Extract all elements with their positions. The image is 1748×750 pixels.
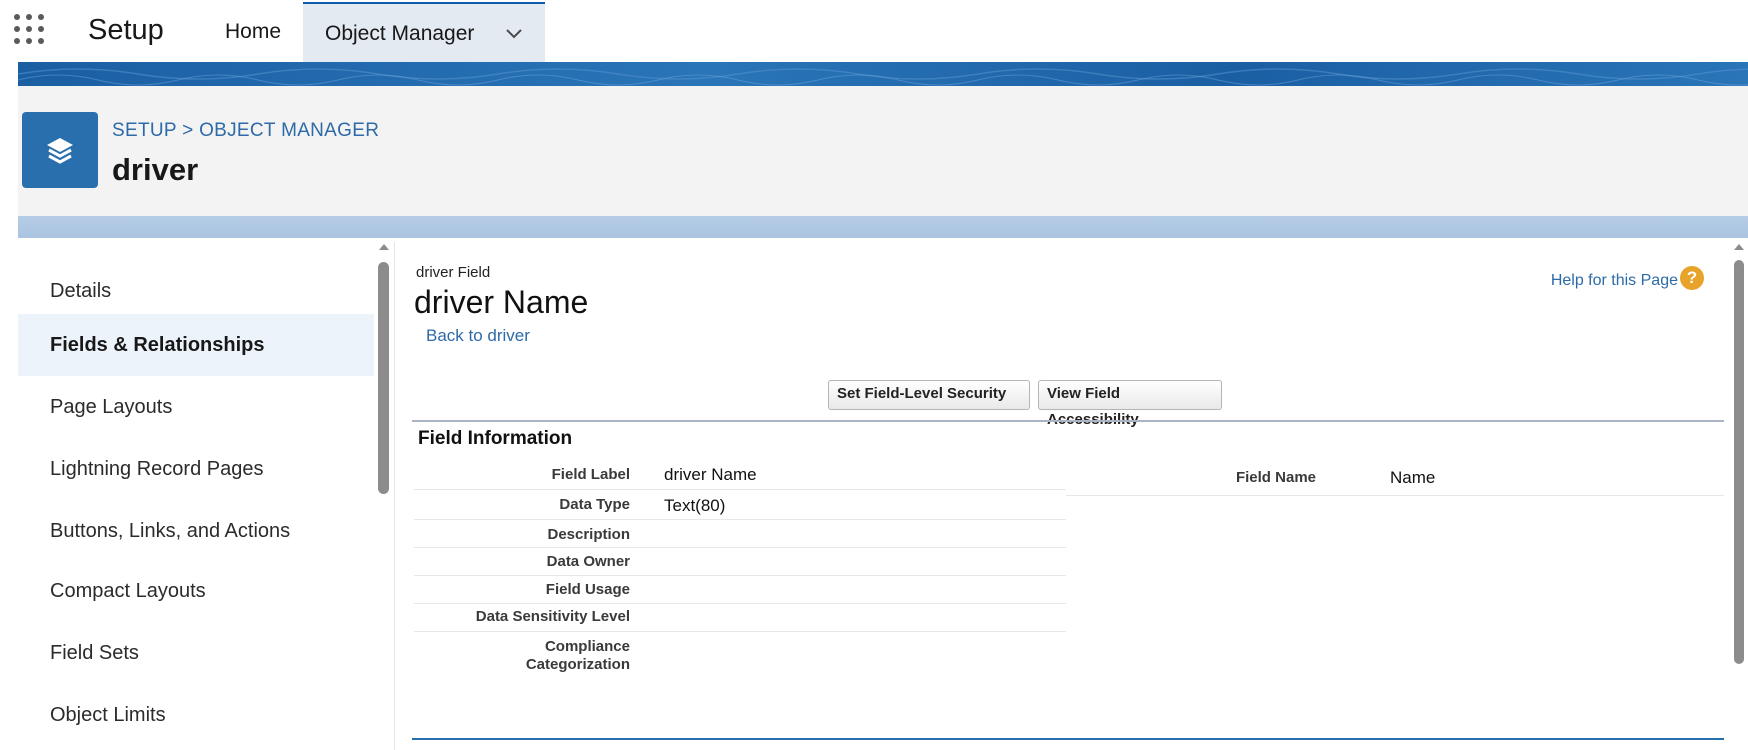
sidebar-scroll-thumb[interactable]	[378, 262, 389, 494]
help-for-page-link[interactable]: Help for this Page	[1551, 272, 1678, 290]
sidebar-item-label: Object Limits	[50, 704, 166, 726]
tab-home[interactable]: Home	[203, 2, 303, 62]
sidebar-item-label: Lightning Record Pages	[50, 458, 264, 480]
object-header: SETUP > OBJECT MANAGER driver	[18, 86, 1748, 216]
breadcrumb-setup[interactable]: SETUP	[112, 120, 177, 141]
section-divider	[412, 420, 1724, 422]
breadcrumb-object-manager[interactable]: OBJECT MANAGER	[199, 120, 379, 141]
sidebar-item-fields-relationships[interactable]: Fields & Relationships	[18, 314, 374, 376]
sidebar-item-label: Compact Layouts	[50, 580, 206, 602]
sidebar-item-compact-layouts[interactable]: Compact Layouts	[18, 560, 374, 622]
tab-home-label: Home	[225, 20, 282, 43]
app-launcher-grid-icon[interactable]	[14, 14, 48, 48]
field-value: Text(80)	[664, 496, 726, 515]
sidebar-item-label: Fields & Relationships	[50, 334, 265, 356]
field-label: Description	[547, 526, 630, 543]
breadcrumb: SETUP > OBJECT MANAGER	[112, 120, 379, 142]
field-label: Data Sensitivity Level	[475, 608, 630, 625]
set-field-level-security-button[interactable]: Set Field-Level Security	[828, 380, 1030, 410]
section-title: Field Information	[418, 428, 573, 449]
main-scroll-thumb[interactable]	[1734, 260, 1744, 664]
section-bottom-divider	[412, 738, 1724, 740]
global-header: Setup Home Object Manager	[0, 0, 1748, 62]
field-value: driver Name	[664, 465, 757, 484]
field-row-data-owner: Data Owner	[414, 548, 1066, 576]
sidebar-item-object-limits[interactable]: Object Limits	[18, 684, 374, 746]
field-row-field-name: Field Name Name	[1066, 462, 1724, 496]
main-scrollbar[interactable]	[1730, 242, 1748, 750]
sidebar-item-lightning-record-pages[interactable]: Lightning Record Pages	[18, 438, 374, 500]
field-action-buttons: Set Field-Level Security View Field Acce…	[396, 380, 1730, 428]
field-label: Compliance Categorization	[525, 638, 630, 673]
tab-object-manager[interactable]: Object Manager	[303, 2, 545, 62]
chevron-down-icon[interactable]	[505, 28, 523, 40]
sidebar-item-label: Field Sets	[50, 642, 139, 664]
app-name: Setup	[88, 14, 164, 46]
back-to-object-link[interactable]: Back to driver	[426, 326, 530, 346]
header-decorative-band	[18, 62, 1748, 86]
scroll-up-arrow-icon[interactable]	[1734, 244, 1744, 250]
header-bottom-band	[18, 216, 1748, 238]
sidebar-item-label: Buttons, Links, and Actions	[50, 520, 291, 542]
breadcrumb-separator: >	[176, 120, 200, 141]
sidebar-item-page-layouts[interactable]: Page Layouts	[18, 376, 374, 438]
field-detail-panel: driver Field driver Name Back to driver …	[396, 242, 1730, 750]
field-label: Field Label	[551, 466, 630, 483]
entity-type-label: driver Field	[416, 264, 491, 281]
field-label: Data Owner	[546, 553, 630, 570]
field-row-field-label: Field Label driver Name	[414, 458, 1066, 490]
layers-icon	[22, 112, 98, 188]
sidebar-item-details[interactable]: Details	[18, 260, 374, 322]
field-title: driver Name	[414, 284, 589, 320]
tab-object-manager-label: Object Manager	[325, 22, 475, 45]
sidebar-item-field-sets[interactable]: Field Sets	[18, 622, 374, 684]
sidebar-item-label: Details	[50, 280, 112, 302]
object-manager-sidebar: Details Fields & Relationships Page Layo…	[18, 260, 374, 750]
scroll-up-arrow-icon[interactable]	[379, 244, 389, 250]
page-title: driver	[112, 152, 199, 187]
field-row-data-sensitivity-level: Data Sensitivity Level	[414, 604, 1066, 632]
help-icon[interactable]: ?	[1680, 266, 1704, 290]
field-row-field-usage: Field Usage	[414, 576, 1066, 604]
sidebar-item-label: Page Layouts	[50, 396, 173, 418]
field-row-compliance-categorization: Compliance Categorization	[414, 632, 1066, 684]
field-label: Field Name	[1235, 469, 1316, 486]
field-label: Data Type	[559, 496, 630, 513]
field-row-description: Description	[414, 520, 1066, 548]
view-field-accessibility-button[interactable]: View Field Accessibility	[1038, 380, 1222, 428]
sidebar-item-buttons-links-actions[interactable]: Buttons, Links, and Actions	[18, 500, 374, 562]
field-row-data-type: Data Type Text(80)	[414, 490, 1066, 520]
field-label: Field Usage	[545, 581, 630, 598]
field-value: Name	[1390, 468, 1436, 487]
